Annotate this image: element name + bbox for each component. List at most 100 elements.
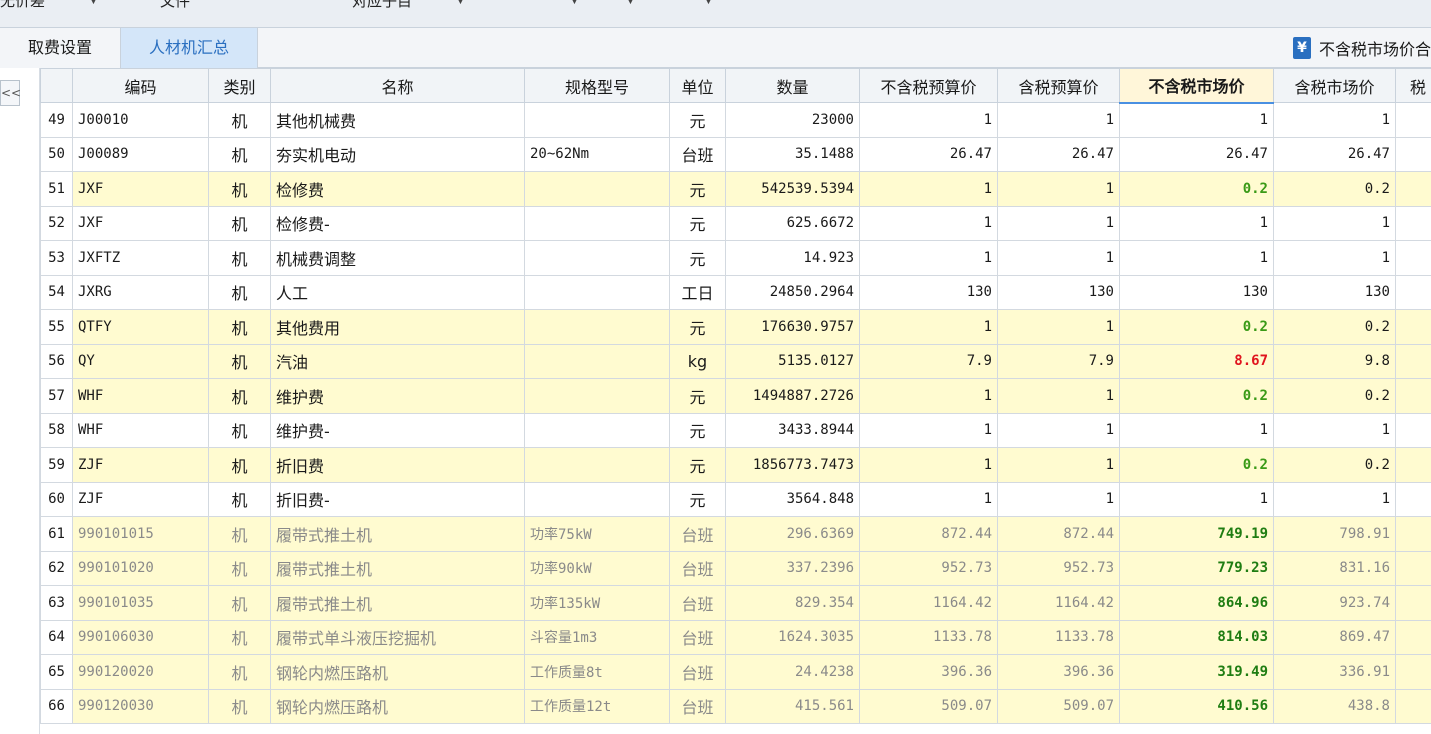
cell-spec[interactable]: 工作质量12t <box>524 688 670 724</box>
cell-budget-price-inc-tax[interactable]: 509.07 <box>997 688 1120 724</box>
table-row[interactable]: 57 WHF 机维护费元 1494887.2726 1 1 0.2 0.2 <box>40 378 1431 414</box>
table-row[interactable]: 56 QY 机汽油 kg 5135.0127 7.9 7.9 8.67 9.8 <box>40 343 1431 379</box>
cell-code[interactable]: WHF <box>72 412 209 448</box>
row-number[interactable]: 50 <box>40 136 73 172</box>
cell-spec[interactable] <box>524 240 670 276</box>
cell-market-price-ex-tax[interactable]: 814.03 <box>1119 619 1274 655</box>
cell-market-price-ex-tax[interactable]: 1 <box>1119 481 1274 517</box>
col-header-spec[interactable]: 规格型号 <box>524 68 670 103</box>
cell-type[interactable]: 机 <box>208 688 271 724</box>
cell-quantity[interactable]: 23000 <box>725 102 860 138</box>
chevron-down-icon[interactable]: ▼ <box>457 0 464 6</box>
cell-budget-price-ex-tax[interactable]: 130 <box>859 274 998 310</box>
cell-name[interactable]: 履带式推土机 <box>270 516 525 552</box>
cell-spec[interactable]: 功率75kW <box>524 516 670 552</box>
cell-budget-price-inc-tax[interactable]: 396.36 <box>997 654 1120 690</box>
cell-tax[interactable] <box>1395 585 1431 621</box>
cell-market-price-inc-tax[interactable]: 798.91 <box>1273 516 1396 552</box>
cell-market-price-ex-tax[interactable]: 864.96 <box>1119 585 1274 621</box>
cell-tax[interactable] <box>1395 550 1431 586</box>
cell-market-price-inc-tax[interactable]: 0.2 <box>1273 309 1396 345</box>
cell-code[interactable]: 990101020 <box>72 550 209 586</box>
cell-tax[interactable] <box>1395 205 1431 241</box>
cell-name[interactable]: 机械费调整 <box>270 240 525 276</box>
cell-name[interactable]: 汽油 <box>270 343 525 379</box>
cell-market-price-inc-tax[interactable]: 9.8 <box>1273 343 1396 379</box>
cell-quantity[interactable]: 24.4238 <box>725 654 860 690</box>
cell-unit[interactable]: 元 <box>669 378 726 414</box>
cell-market-price-ex-tax[interactable]: 779.23 <box>1119 550 1274 586</box>
col-header-name[interactable]: 名称 <box>270 68 525 103</box>
cell-unit[interactable]: 台班 <box>669 585 726 621</box>
table-row[interactable]: 58 WHF 机维护费- 元 3433.8944 1 1 1 1 <box>40 412 1431 448</box>
cell-market-price-ex-tax[interactable]: 319.49 <box>1119 654 1274 690</box>
tab-labor-material-summary[interactable]: 人材机汇总 <box>120 28 258 68</box>
cell-name[interactable]: 检修费- <box>270 205 525 241</box>
cell-code[interactable]: ZJF <box>72 481 209 517</box>
row-number[interactable]: 49 <box>40 102 73 138</box>
cell-spec[interactable] <box>524 481 670 517</box>
cell-budget-price-inc-tax[interactable]: 26.47 <box>997 136 1120 172</box>
cell-unit[interactable]: kg <box>669 343 726 379</box>
cell-code[interactable]: QY <box>72 343 209 379</box>
cell-budget-price-ex-tax[interactable]: 1164.42 <box>859 585 998 621</box>
cell-budget-price-inc-tax[interactable]: 872.44 <box>997 516 1120 552</box>
collapse-panel-button[interactable]: << <box>0 80 21 106</box>
cell-market-price-ex-tax[interactable]: 0.2 <box>1119 171 1274 207</box>
table-row[interactable]: 53 JXFTZ 机机械费调整元 14.923 1 1 1 1 <box>40 240 1431 276</box>
cell-quantity[interactable]: 5135.0127 <box>725 343 860 379</box>
cell-name[interactable]: 维护费 <box>270 378 525 414</box>
cell-name[interactable]: 折旧费 <box>270 447 525 483</box>
cell-market-price-inc-tax[interactable]: 130 <box>1273 274 1396 310</box>
cell-market-price-inc-tax[interactable]: 923.74 <box>1273 585 1396 621</box>
cell-code[interactable]: 990120020 <box>72 654 209 690</box>
row-number[interactable]: 63 <box>40 585 73 621</box>
cell-budget-price-inc-tax[interactable]: 952.73 <box>997 550 1120 586</box>
cell-market-price-ex-tax[interactable]: 130 <box>1119 274 1274 310</box>
cell-tax[interactable] <box>1395 619 1431 655</box>
row-number[interactable]: 56 <box>40 343 73 379</box>
cell-code[interactable]: QTFY <box>72 309 209 345</box>
cell-spec[interactable] <box>524 274 670 310</box>
table-row[interactable]: 66 990120030 机钢轮内燃压路机 工作质量12t 台班 415.561 509.0… <box>40 688 1431 724</box>
cell-type[interactable]: 机 <box>208 274 271 310</box>
cell-quantity[interactable]: 1494887.2726 <box>725 378 860 414</box>
col-header-type[interactable]: 类别 <box>208 68 271 103</box>
cell-quantity[interactable]: 3564.848 <box>725 481 860 517</box>
cell-market-price-inc-tax[interactable]: 438.8 <box>1273 688 1396 724</box>
cell-spec[interactable] <box>524 171 670 207</box>
cell-tax[interactable] <box>1395 240 1431 276</box>
cell-budget-price-inc-tax[interactable]: 1 <box>997 481 1120 517</box>
cell-market-price-ex-tax[interactable]: 1 <box>1119 412 1274 448</box>
cell-type[interactable]: 机 <box>208 516 271 552</box>
col-header-code[interactable]: 编码 <box>72 68 209 103</box>
row-number[interactable]: 65 <box>40 654 73 690</box>
cell-name[interactable]: 检修费 <box>270 171 525 207</box>
cell-name[interactable]: 其他费用 <box>270 309 525 345</box>
row-number[interactable]: 54 <box>40 274 73 310</box>
cell-market-price-inc-tax[interactable]: 1 <box>1273 412 1396 448</box>
cell-market-price-inc-tax[interactable]: 0.2 <box>1273 447 1396 483</box>
cell-tax[interactable] <box>1395 516 1431 552</box>
row-number[interactable]: 53 <box>40 240 73 276</box>
cell-unit[interactable]: 元 <box>669 171 726 207</box>
cell-quantity[interactable]: 415.561 <box>725 688 860 724</box>
toolbar-price-diff[interactable]: 无价差 <box>0 0 45 11</box>
row-number[interactable]: 59 <box>40 447 73 483</box>
table-row[interactable]: 65 990120020 机钢轮内燃压路机 工作质量8t 台班 24.4238 396.36… <box>40 654 1431 690</box>
cell-unit[interactable]: 台班 <box>669 136 726 172</box>
cell-budget-price-inc-tax[interactable]: 1 <box>997 240 1120 276</box>
cell-spec[interactable] <box>524 343 670 379</box>
col-header-budget-price-ex-tax[interactable]: 不含税预算价 <box>859 68 998 103</box>
tab-fee-settings[interactable]: 取费设置 <box>0 28 120 68</box>
cell-unit[interactable]: 元 <box>669 412 726 448</box>
cell-type[interactable]: 机 <box>208 481 271 517</box>
cell-spec[interactable]: 20~62Nm <box>524 136 670 172</box>
table-row[interactable]: 60 ZJF 机折旧费- 元 3564.848 1 1 1 1 <box>40 481 1431 517</box>
row-number[interactable]: 66 <box>40 688 73 724</box>
cell-market-price-inc-tax[interactable]: 869.47 <box>1273 619 1396 655</box>
cell-type[interactable]: 机 <box>208 205 271 241</box>
toolbar-sub-item[interactable]: 对应子目 <box>352 0 412 11</box>
col-header-tax[interactable]: 税 <box>1395 68 1431 103</box>
cell-code[interactable]: 990101035 <box>72 585 209 621</box>
